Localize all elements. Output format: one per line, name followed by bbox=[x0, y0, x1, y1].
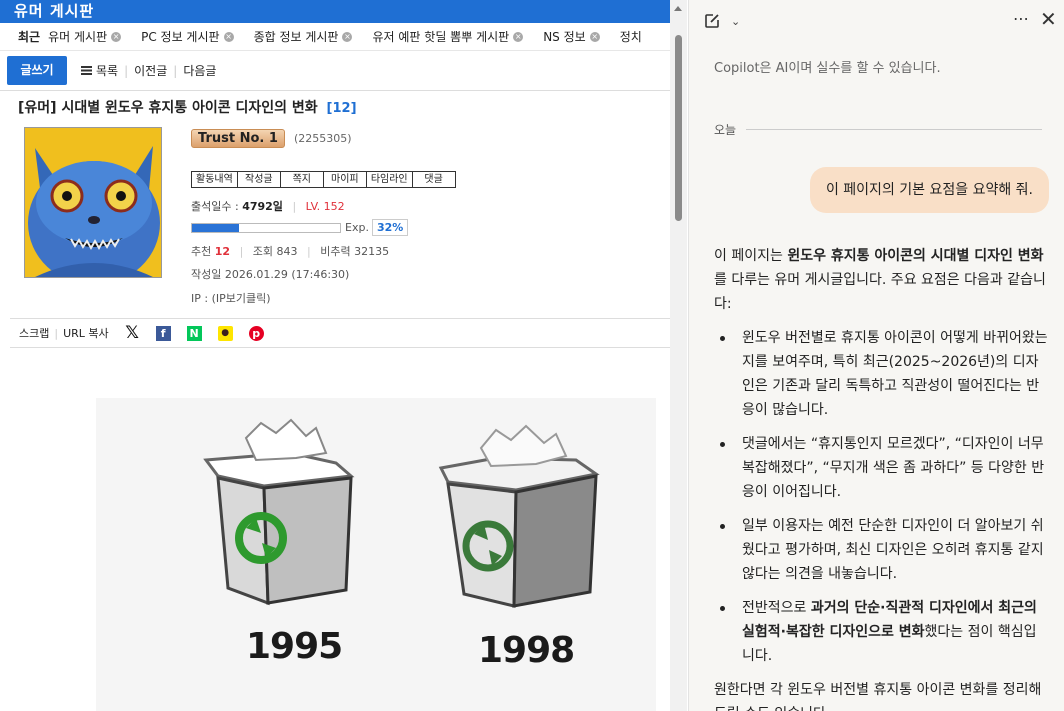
new-chat-icon[interactable] bbox=[703, 12, 721, 30]
board-title[interactable]: 유머 게시판 bbox=[0, 0, 670, 23]
author-tab-posts[interactable]: 작성글 bbox=[236, 171, 281, 188]
share-bar: 스크랩 | URL 복사 𝕏 f N ● p bbox=[10, 318, 670, 348]
pinterest-icon[interactable]: p bbox=[248, 325, 264, 341]
ai-intro: 이 페이지는 윈도우 휴지통 아이콘의 시대별 디자인 변화를 다루는 유머 게… bbox=[714, 248, 1046, 312]
attendance-value: 4792일 bbox=[242, 200, 283, 213]
chevron-down-icon[interactable]: ⌄ bbox=[731, 15, 740, 28]
list-item: 일부 이용자는 예전 단순한 디자인이 더 알아보기 쉬웠다고 평가하며, 최신… bbox=[714, 514, 1049, 586]
view-count: 843 bbox=[276, 245, 298, 258]
author-tab-mypi[interactable]: 마이피 bbox=[322, 171, 367, 188]
close-icon[interactable]: × bbox=[513, 31, 524, 42]
close-icon[interactable]: × bbox=[111, 31, 122, 42]
facebook-icon[interactable]: f bbox=[155, 325, 171, 341]
nonrec-count: 32135 bbox=[354, 245, 390, 258]
user-message-bubble: 이 페이지의 기본 요점을 요약해 줘. bbox=[809, 167, 1049, 213]
year-label-1995: 1995 bbox=[246, 626, 343, 667]
author-tab-comments[interactable]: 댓글 bbox=[411, 171, 456, 188]
list-button[interactable]: 목록 bbox=[81, 62, 118, 79]
close-icon[interactable]: × bbox=[342, 31, 353, 42]
ip-row: IP : (IP보기클릭) bbox=[191, 292, 271, 305]
recent-tab[interactable]: 유머 게시판 × bbox=[48, 28, 122, 45]
ai-response: 이 페이지는 윈도우 휴지통 아이콘의 시대별 디자인 변화를 다루는 유머 게… bbox=[714, 244, 1049, 711]
author-tab-activity[interactable]: 활동내역 bbox=[191, 171, 238, 188]
scroll-up-arrow-icon[interactable] bbox=[674, 6, 682, 11]
scrap-button[interactable]: 스크랩 bbox=[19, 325, 49, 341]
close-icon[interactable]: ✕ bbox=[1040, 7, 1057, 31]
kakaotalk-icon[interactable]: ● bbox=[217, 325, 233, 341]
url-copy-button[interactable]: URL 복사 bbox=[63, 325, 109, 341]
author-tabs: 활동내역 작성글 쪽지 마이피 타임라인 댓글 bbox=[191, 171, 456, 188]
author-tab-message[interactable]: 쪽지 bbox=[279, 171, 324, 188]
recent-tab[interactable]: 유저 예판 핫딜 뽐뿌 게시판 × bbox=[372, 28, 524, 45]
more-options-icon[interactable]: ⋯ bbox=[1013, 9, 1030, 28]
recommend-count: 12 bbox=[214, 245, 231, 258]
recent-tab[interactable]: 정치 bbox=[620, 28, 642, 45]
author-nickname[interactable]: Trust No. 1 bbox=[191, 129, 285, 148]
post-actions-bar: 글쓰기 목록 | 이전글 | 다음글 bbox=[0, 51, 670, 91]
list-icon bbox=[81, 66, 92, 75]
post-title: [유머] 시대별 윈도우 휴지통 아이콘 디자인의 변화 [12] bbox=[18, 97, 357, 117]
author-tab-timeline[interactable]: 타임라인 bbox=[365, 171, 413, 188]
post-stats-row: 추천 12 | 조회 843 | 비추력 32135 bbox=[191, 245, 390, 258]
close-icon[interactable]: × bbox=[223, 31, 234, 42]
exp-progress-fill bbox=[192, 223, 240, 232]
recent-tab[interactable]: PC 정보 게시판 × bbox=[141, 28, 234, 45]
list-item: 윈도우 버전별로 휴지통 아이콘이 어떻게 바뀌어왔는지를 보여주며, 특히 최… bbox=[714, 326, 1049, 422]
author-id: (2255305) bbox=[294, 132, 352, 145]
recent-tab[interactable]: NS 정보 × bbox=[543, 28, 600, 45]
post-title-text: 시대별 윈도우 휴지통 아이콘 디자인의 변화 bbox=[61, 100, 318, 116]
exp-progress-bar bbox=[191, 222, 341, 233]
post-date: 2026.01.29 (17:46:30) bbox=[224, 268, 350, 281]
write-button[interactable]: 글쓰기 bbox=[7, 56, 67, 85]
scroll-thumb[interactable] bbox=[675, 35, 682, 221]
level-badge: LV. 152 bbox=[305, 200, 345, 213]
attendance-row: 출석일수 : 4792일 | LV. 152 bbox=[191, 200, 345, 213]
naver-icon[interactable]: N bbox=[186, 325, 202, 341]
close-icon[interactable]: × bbox=[589, 31, 600, 42]
ai-disclaimer: Copilot은 AI이며 실수를 할 수 있습니다. bbox=[714, 61, 941, 76]
list-item: 전반적으로 과거의 단순·직관적 디자인에서 최근의 실험적·복잡한 디자인으로… bbox=[714, 596, 1049, 668]
exp-percent: 32% bbox=[371, 219, 409, 236]
post-image: 1995 1998 bbox=[96, 398, 656, 711]
post-date-row: 작성일 2026.01.29 (17:46:30) bbox=[191, 268, 350, 281]
date-divider: 오늘 bbox=[714, 121, 1042, 138]
copilot-toolbar: ⌄ ⋯ ✕ bbox=[689, 7, 1064, 33]
page-scrollbar[interactable] bbox=[670, 0, 687, 711]
recent-label: 최근 bbox=[18, 30, 41, 44]
ai-closing: 원한다면 각 윈도우 버전별 휴지통 아이콘 변화를 정리해 드릴 수도 있습니… bbox=[714, 682, 1042, 711]
list-item: 댓글에서는 “휴지통인지 모르겠다”, “디자인이 너무 복잡해졌다”, “무지… bbox=[714, 432, 1049, 504]
next-post-button[interactable]: 다음글 bbox=[183, 62, 216, 79]
comment-count[interactable]: [12] bbox=[327, 101, 357, 116]
copilot-panel: ⌄ ⋯ ✕ Copilot은 AI이며 실수를 할 수 있습니다. 오늘 이 페… bbox=[688, 0, 1064, 711]
ai-bullet-list: 윈도우 버전별로 휴지통 아이콘이 어떻게 바뀌어왔는지를 보여주며, 특히 최… bbox=[714, 326, 1049, 668]
prev-post-button[interactable]: 이전글 bbox=[134, 62, 167, 79]
author-info: Trust No. 1 (2255305) bbox=[191, 127, 661, 148]
recent-tab[interactable]: 종합 정보 게시판 × bbox=[254, 28, 353, 45]
x-twitter-icon[interactable]: 𝕏 bbox=[125, 324, 140, 341]
avatar[interactable] bbox=[24, 127, 162, 278]
exp-row: Exp. 32% bbox=[191, 219, 409, 236]
year-label-1998: 1998 bbox=[478, 630, 575, 671]
ip-link[interactable]: (IP보기클릭) bbox=[212, 292, 271, 305]
post-category: [유머] bbox=[18, 100, 57, 116]
recent-boards-bar: 최근 유머 게시판 × PC 정보 게시판 × 종합 정보 게시판 × 유저 예판 핫… bbox=[0, 23, 670, 51]
board-panel: 유머 게시판 최근 유머 게시판 × PC 정보 게시판 × 종합 정보 게시판 × … bbox=[0, 0, 670, 711]
